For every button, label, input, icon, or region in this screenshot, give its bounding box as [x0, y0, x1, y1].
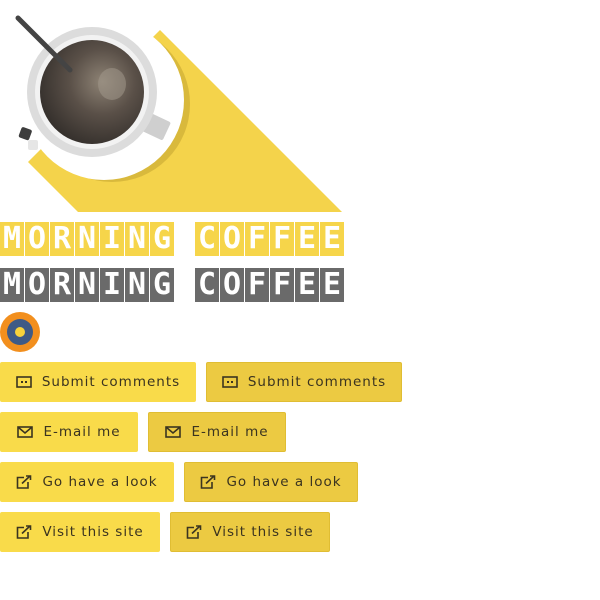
- button-label: Go have a look: [42, 474, 158, 490]
- button-label: Submit comments: [247, 374, 387, 390]
- title-letter: I: [100, 268, 124, 302]
- title-letter: M: [0, 222, 24, 256]
- title-letter: F: [270, 222, 294, 256]
- email-me-button-light[interactable]: E-mail me: [0, 412, 138, 452]
- external-link-icon: [17, 525, 32, 539]
- title-letter: O: [220, 222, 244, 256]
- submit-comments-button-dark[interactable]: Submit comments: [206, 362, 402, 402]
- comment-icon: [222, 376, 238, 388]
- go-have-a-look-button-light[interactable]: Go have a look: [0, 462, 174, 502]
- title-letter: F: [270, 268, 294, 302]
- title-space: [175, 222, 195, 256]
- title-letter: G: [150, 222, 174, 256]
- visit-this-site-button-light[interactable]: Visit this site: [0, 512, 160, 552]
- button-label: E-mail me: [191, 424, 269, 440]
- title-letter: I: [100, 222, 124, 256]
- sugar-cube-light: [28, 140, 38, 150]
- title-letter: R: [50, 268, 74, 302]
- envelope-icon: [165, 426, 182, 438]
- title-letter: E: [295, 222, 319, 256]
- title-space: [175, 268, 195, 302]
- external-link-icon: [17, 475, 32, 489]
- visit-this-site-button-dark[interactable]: Visit this site: [170, 512, 330, 552]
- title-letter: G: [150, 268, 174, 302]
- title-letter: R: [50, 222, 74, 256]
- button-label: Visit this site: [42, 524, 144, 540]
- envelope-icon: [17, 426, 34, 438]
- title-letter: N: [125, 222, 149, 256]
- title-letter: O: [25, 222, 49, 256]
- external-link-icon: [187, 525, 202, 539]
- title-letter: M: [0, 268, 24, 302]
- button-label: Submit comments: [41, 374, 181, 390]
- title-letter: F: [245, 268, 269, 302]
- title-letter: N: [75, 268, 99, 302]
- go-have-a-look-button-dark[interactable]: Go have a look: [184, 462, 358, 502]
- title-letter: F: [245, 222, 269, 256]
- button-label: E-mail me: [43, 424, 121, 440]
- title-letter: C: [195, 222, 219, 256]
- title-letter: O: [220, 268, 244, 302]
- title-gray: MORNINGCOFFEE: [0, 268, 345, 302]
- title-letter: N: [125, 268, 149, 302]
- title-letter: E: [320, 268, 344, 302]
- title-yellow: MORNINGCOFFEE: [0, 222, 345, 256]
- title-letter: N: [75, 222, 99, 256]
- title-letter: O: [25, 268, 49, 302]
- submit-comments-button-light[interactable]: Submit comments: [0, 362, 196, 402]
- badge-center: [15, 327, 25, 337]
- button-label: Go have a look: [226, 474, 342, 490]
- comment-icon: [16, 376, 32, 388]
- title-letter: E: [295, 268, 319, 302]
- title-letter: C: [195, 268, 219, 302]
- button-label: Visit this site: [212, 524, 314, 540]
- coffee-foam: [98, 68, 126, 100]
- email-me-button-dark[interactable]: E-mail me: [148, 412, 286, 452]
- external-link-icon: [201, 475, 216, 489]
- target-badge: [0, 312, 40, 352]
- coffee-cup-illustration: [15, 15, 342, 212]
- title-letter: E: [320, 222, 344, 256]
